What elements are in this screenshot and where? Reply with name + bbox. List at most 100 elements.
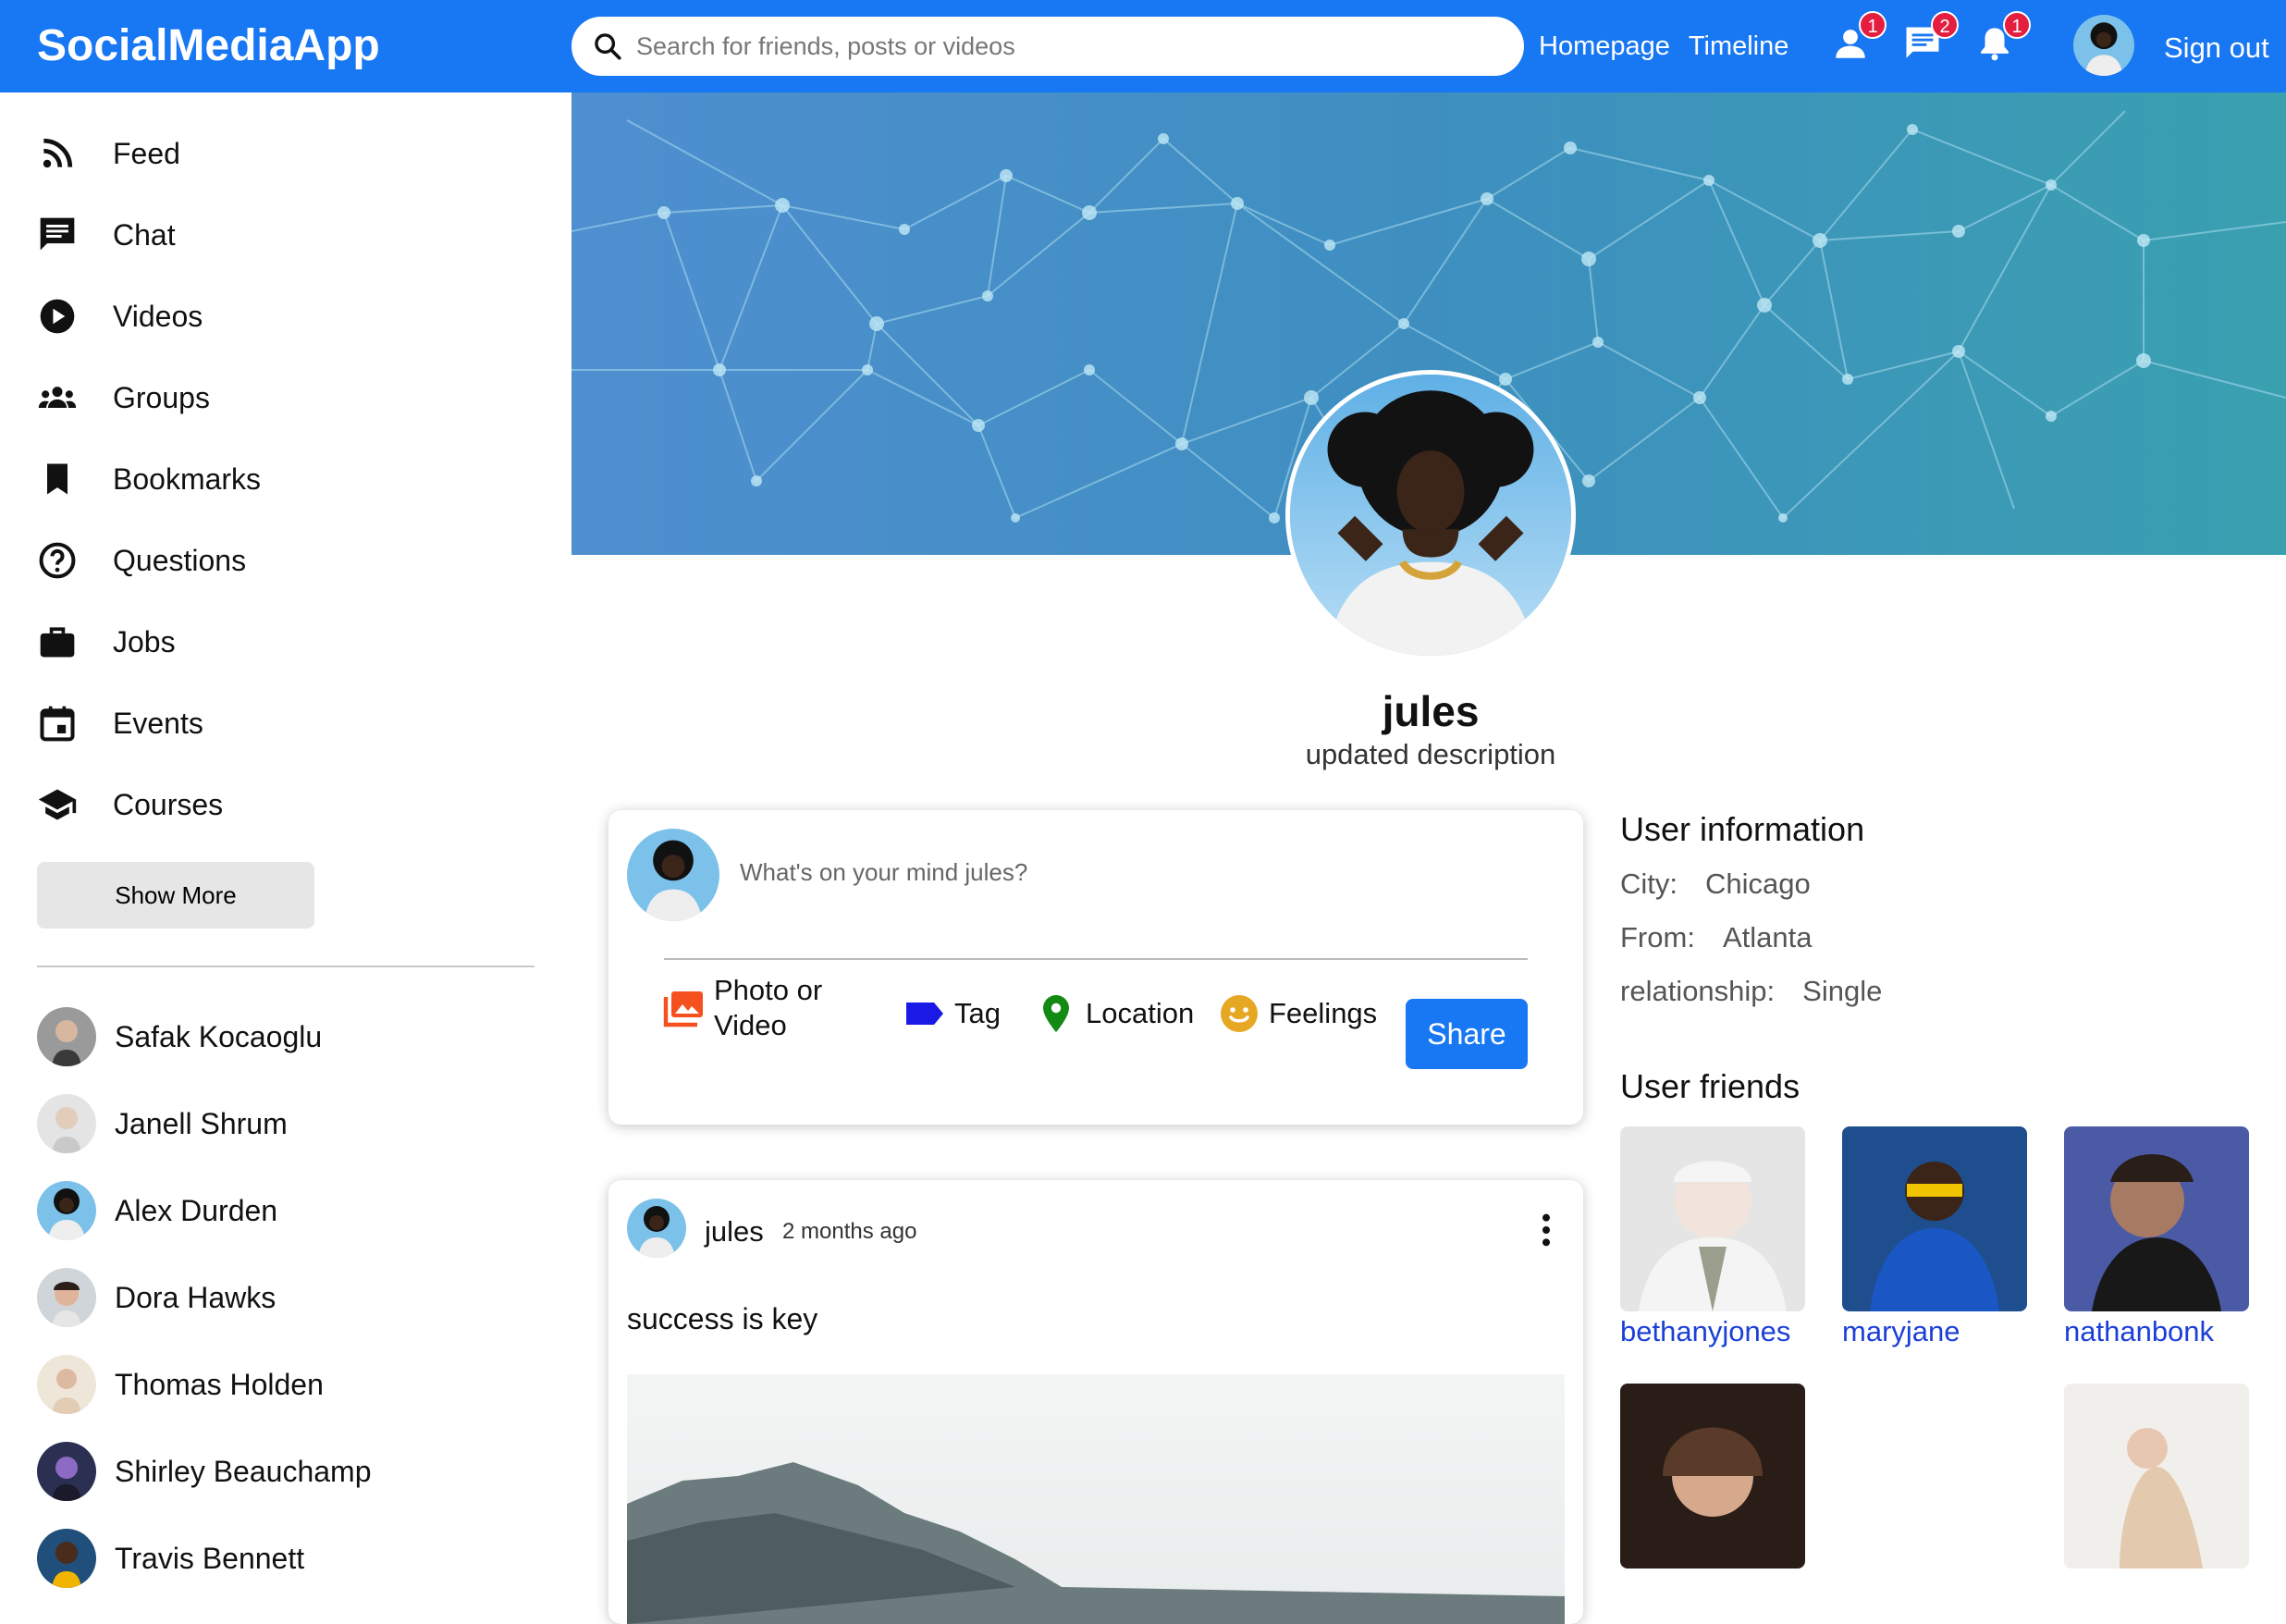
- notifications-badge: 1: [2003, 11, 2031, 39]
- friend-name: Travis Bennett: [115, 1541, 305, 1575]
- avatar: [37, 1355, 96, 1414]
- sidebar-item-jobs[interactable]: Jobs: [37, 614, 176, 670]
- avatar: [37, 1442, 96, 1501]
- app-logo[interactable]: SocialMediaApp: [37, 20, 380, 71]
- sidebar-item-events[interactable]: Events: [37, 695, 203, 751]
- friend-card[interactable]: maryjane: [1842, 1126, 2027, 1348]
- school-icon: [38, 789, 77, 820]
- share-card: Photo or Video Tag Location Feelings Sha…: [608, 810, 1583, 1125]
- info-key: relationship:: [1620, 975, 1776, 1007]
- location-pin-icon: [1043, 995, 1069, 1032]
- info-key: City:: [1620, 867, 1678, 900]
- friend-name: Thomas Holden: [115, 1367, 324, 1401]
- photo-video-option[interactable]: Photo or Video: [662, 973, 866, 1043]
- photo-library-icon: [663, 991, 703, 1027]
- sidebar-item-label: Events: [113, 706, 203, 740]
- sidebar-item-videos[interactable]: Videos: [37, 289, 203, 344]
- avatar[interactable]: [627, 1199, 686, 1258]
- profile-picture[interactable]: [1285, 370, 1576, 660]
- briefcase-icon: [40, 627, 75, 658]
- info-value: Chicago: [1705, 867, 1811, 900]
- sidebar-item-label: Courses: [113, 787, 224, 821]
- friend-card[interactable]: [1620, 1384, 1805, 1572]
- sidebar-item-label: Groups: [113, 380, 210, 414]
- sidebar-friend[interactable]: Janell Shrum: [37, 1093, 288, 1154]
- sidebar-item-courses[interactable]: Courses: [37, 777, 223, 832]
- sidebar-item-label: Feed: [113, 136, 180, 170]
- avatar: [627, 829, 719, 921]
- show-more-button[interactable]: Show More: [37, 862, 314, 929]
- sidebar-friend[interactable]: Thomas Holden: [37, 1354, 324, 1415]
- sidebar-item-groups[interactable]: Groups: [37, 370, 210, 425]
- sidebar-item-feed[interactable]: Feed: [37, 126, 180, 181]
- info-value: Atlanta: [1722, 921, 1813, 953]
- friend-card[interactable]: [2064, 1384, 2249, 1572]
- avatar: [37, 1094, 96, 1153]
- sidebar-friend[interactable]: Alex Durden: [37, 1180, 277, 1241]
- label-icon: [906, 1003, 943, 1025]
- avatar: [37, 1529, 96, 1588]
- sidebar-friend[interactable]: Shirley Beauchamp: [37, 1441, 371, 1502]
- friend-photo: [1842, 1126, 2027, 1311]
- sidebar-friend[interactable]: Dora Hawks: [37, 1267, 276, 1328]
- post-text: success is key: [627, 1302, 818, 1335]
- friend-card[interactable]: nathanbonk: [2064, 1126, 2249, 1348]
- sidebar-item-label: Chat: [113, 217, 176, 252]
- share-button[interactable]: Share: [1406, 999, 1528, 1069]
- more-vert-icon[interactable]: [1533, 1212, 1559, 1249]
- groups-icon: [38, 387, 77, 408]
- homepage-link[interactable]: Homepage: [1539, 31, 1670, 62]
- user-avatar[interactable]: [2073, 15, 2134, 76]
- timeline-link[interactable]: Timeline: [1689, 31, 1789, 62]
- profile-description: updated description: [1305, 738, 1556, 770]
- friend-card[interactable]: bethanyjones: [1620, 1126, 1805, 1348]
- play-circle-icon: [40, 299, 75, 334]
- notifications-button[interactable]: 1: [1975, 11, 2031, 67]
- left-sidebar: Feed Chat Videos Groups Bookmarks Questi…: [0, 92, 572, 1588]
- chat-icon: [40, 217, 75, 251]
- rss-feed-icon: [43, 138, 73, 168]
- avatar: [37, 1268, 96, 1327]
- sidebar-item-chat[interactable]: Chat: [37, 207, 176, 263]
- feelings-option[interactable]: Feelings: [1217, 991, 1377, 1036]
- friend-name: Alex Durden: [115, 1193, 278, 1227]
- avatar: [37, 1007, 96, 1066]
- friend-username[interactable]: nathanbonk: [2064, 1315, 2249, 1348]
- sidebar-item-questions[interactable]: Questions: [37, 533, 246, 588]
- friend-photo: [1620, 1384, 1805, 1569]
- info-row-city: City: Chicago: [1620, 867, 1811, 901]
- sidebar-friend[interactable]: Safak Kocaoglu: [37, 1006, 322, 1067]
- sidebar-divider: [37, 966, 535, 967]
- friend-name: Dora Hawks: [115, 1280, 277, 1314]
- sidebar-item-label: Jobs: [113, 624, 176, 658]
- sidebar-item-label: Questions: [113, 543, 247, 577]
- bookmark-icon: [47, 463, 68, 495]
- friend-name: Janell Shrum: [115, 1106, 288, 1140]
- messages-button[interactable]: 2: [1903, 11, 1959, 67]
- sidebar-item-label: Bookmarks: [113, 461, 262, 496]
- option-label: Photo or Video: [714, 974, 823, 1041]
- location-option[interactable]: Location: [1034, 991, 1194, 1036]
- friend-username[interactable]: maryjane: [1842, 1315, 2027, 1348]
- tag-option[interactable]: Tag: [903, 991, 1001, 1036]
- friend-username[interactable]: bethanyjones: [1620, 1315, 1805, 1348]
- sign-out-link[interactable]: Sign out: [2164, 31, 2269, 65]
- share-input[interactable]: [740, 858, 1480, 887]
- friend-photo: [2064, 1384, 2249, 1569]
- search-input[interactable]: [636, 31, 1469, 61]
- friend-photo: [1620, 1126, 1805, 1311]
- info-value: Single: [1802, 975, 1883, 1007]
- post-card: jules 2 months ago success is key: [608, 1180, 1583, 1624]
- user-information-title: User information: [1620, 810, 1865, 848]
- search-icon: [595, 33, 621, 60]
- post-username[interactable]: jules: [705, 1215, 764, 1249]
- sidebar-friend[interactable]: Travis Bennett: [37, 1528, 304, 1589]
- search-bar[interactable]: [572, 17, 1524, 76]
- calendar-icon: [40, 706, 75, 742]
- sidebar-item-bookmarks[interactable]: Bookmarks: [37, 451, 261, 507]
- messages-badge: 2: [1931, 11, 1959, 39]
- top-bar: SocialMediaApp Homepage Timeline 1 2 1 S…: [0, 0, 2286, 92]
- friend-requests-button[interactable]: 1: [1831, 11, 1887, 67]
- user-friends-title: User friends: [1620, 1067, 1801, 1105]
- friend-name: Shirley Beauchamp: [115, 1454, 372, 1488]
